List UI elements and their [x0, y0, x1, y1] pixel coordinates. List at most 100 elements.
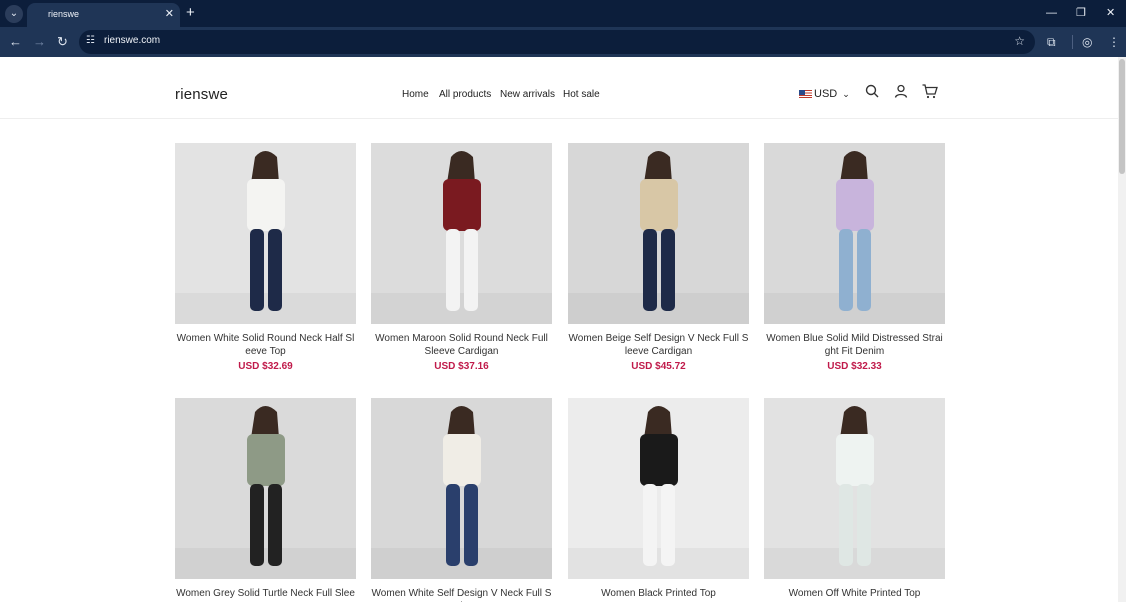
browser-menu-kebab-icon[interactable]: ⋮: [1108, 34, 1120, 50]
model-left-leg: [839, 229, 853, 311]
model-top: [443, 179, 481, 231]
minimize-icon[interactable]: —: [1046, 5, 1057, 21]
chevron-down-icon: ⌄: [842, 88, 850, 99]
model-top: [640, 179, 678, 231]
photo-floor: [764, 548, 945, 579]
photo-floor: [371, 548, 552, 579]
back-arrow-icon[interactable]: ←: [9, 34, 22, 50]
product-card[interactable]: Women White Self Design V Neck Full Sl: [371, 398, 552, 602]
nav-all-products[interactable]: All products: [439, 89, 491, 100]
product-image[interactable]: [175, 398, 356, 579]
new-tab-plus-icon[interactable]: +: [186, 5, 195, 21]
model-photo-illustration: [764, 406, 945, 579]
model-left-leg: [643, 484, 657, 566]
restore-icon[interactable]: ❐: [1076, 5, 1086, 21]
forward-arrow-icon[interactable]: →: [33, 34, 46, 50]
model-photo-illustration: [175, 151, 356, 324]
address-bar[interactable]: ☷ rienswe.com ☆: [79, 30, 1035, 54]
product-image[interactable]: [175, 143, 356, 324]
product-card[interactable]: Women Maroon Solid Round Neck Full Sleev…: [371, 143, 552, 372]
product-title[interactable]: Women Maroon Solid Round Neck Full Sleev…: [371, 332, 552, 358]
model-left-leg: [446, 484, 460, 566]
model-hair: [644, 406, 672, 438]
model-right-leg: [268, 484, 282, 566]
product-card[interactable]: Women Grey Solid Turtle Neck Full Slee: [175, 398, 356, 602]
currency-selector[interactable]: USD ⌄: [799, 88, 850, 100]
photo-floor: [764, 293, 945, 324]
model-left-leg: [250, 229, 264, 311]
product-title[interactable]: Women Beige Self Design V Neck Full Slee…: [568, 332, 749, 358]
browser-tab-active[interactable]: rienswe ✕: [27, 3, 180, 27]
model-left-leg: [250, 484, 264, 566]
product-title[interactable]: Women Grey Solid Turtle Neck Full Slee: [175, 587, 356, 602]
scrollbar-thumb[interactable]: [1119, 59, 1125, 174]
model-hair: [447, 151, 475, 183]
reload-icon[interactable]: ↻: [57, 34, 68, 50]
store-page: rienswe Home All products New arrivals H…: [0, 57, 1118, 602]
bookmark-star-icon[interactable]: ☆: [1014, 34, 1025, 48]
site-settings-icon[interactable]: ☷: [86, 35, 95, 46]
model-photo-illustration: [568, 406, 749, 579]
model-top: [836, 434, 874, 486]
nav-hot-sale[interactable]: Hot sale: [563, 89, 600, 100]
store-logo[interactable]: rienswe: [175, 86, 228, 103]
product-image[interactable]: [568, 143, 749, 324]
product-card[interactable]: Women Beige Self Design V Neck Full Slee…: [568, 143, 749, 372]
product-title[interactable]: Women Black Printed Top: [568, 587, 749, 602]
tab-search-chevron-icon[interactable]: ⌄: [5, 5, 23, 23]
model-hair: [251, 151, 279, 183]
model-photo-illustration: [371, 151, 552, 324]
product-price: USD $45.72: [631, 361, 686, 372]
photo-floor: [371, 293, 552, 324]
model-hair: [644, 151, 672, 183]
url-text[interactable]: rienswe.com: [104, 35, 160, 46]
model-top: [640, 434, 678, 486]
cart-icon[interactable]: [922, 84, 938, 104]
product-card[interactable]: Women Black Printed Top: [568, 398, 749, 602]
product-image[interactable]: [764, 398, 945, 579]
product-image[interactable]: [764, 143, 945, 324]
product-price: USD $37.16: [434, 361, 489, 372]
browser-tabbar: ⌄ rienswe ✕ + — ❐ ✕: [0, 0, 1126, 27]
model-top: [247, 179, 285, 231]
us-flag-icon: [799, 90, 812, 98]
product-title[interactable]: Women Off White Printed Top: [764, 587, 945, 602]
model-top: [247, 434, 285, 486]
product-image[interactable]: [371, 398, 552, 579]
model-right-leg: [464, 484, 478, 566]
product-title[interactable]: Women White Solid Round Neck Half Sleeve…: [175, 332, 356, 358]
product-image[interactable]: [568, 398, 749, 579]
model-hair: [840, 406, 868, 438]
account-user-icon[interactable]: [894, 84, 908, 103]
model-hair: [251, 406, 279, 438]
extensions-puzzle-icon[interactable]: ⧉: [1047, 34, 1056, 50]
model-left-leg: [446, 229, 460, 311]
store-header: rienswe Home All products New arrivals H…: [0, 57, 1118, 119]
nav-home[interactable]: Home: [402, 89, 429, 100]
tab-close-icon[interactable]: ✕: [165, 7, 174, 21]
product-card[interactable]: Women Blue Solid Mild Distressed Straigh…: [764, 143, 945, 372]
product-price: USD $32.69: [238, 361, 293, 372]
product-title[interactable]: Women Blue Solid Mild Distressed Straigh…: [764, 332, 945, 358]
profile-avatar-icon[interactable]: ◎: [1082, 34, 1092, 50]
close-window-icon[interactable]: ✕: [1106, 5, 1115, 21]
search-icon[interactable]: [865, 84, 879, 103]
model-right-leg: [857, 484, 871, 566]
model-right-leg: [857, 229, 871, 311]
model-hair: [840, 151, 868, 183]
model-right-leg: [464, 229, 478, 311]
photo-floor: [175, 548, 356, 579]
product-title[interactable]: Women White Self Design V Neck Full Sl: [371, 587, 552, 602]
page-scrollbar[interactable]: [1118, 57, 1126, 602]
model-photo-illustration: [568, 151, 749, 324]
photo-floor: [568, 548, 749, 579]
product-image[interactable]: [371, 143, 552, 324]
model-hair: [447, 406, 475, 438]
browser-toolbar: ← → ↻ ☷ rienswe.com ☆ ⧉ ◎ ⋮: [0, 27, 1126, 57]
product-card[interactable]: Women White Solid Round Neck Half Sleeve…: [175, 143, 356, 372]
product-price: USD $32.33: [827, 361, 882, 372]
model-right-leg: [268, 229, 282, 311]
nav-new-arrivals[interactable]: New arrivals: [500, 89, 555, 100]
model-photo-illustration: [764, 151, 945, 324]
product-card[interactable]: Women Off White Printed Top: [764, 398, 945, 602]
